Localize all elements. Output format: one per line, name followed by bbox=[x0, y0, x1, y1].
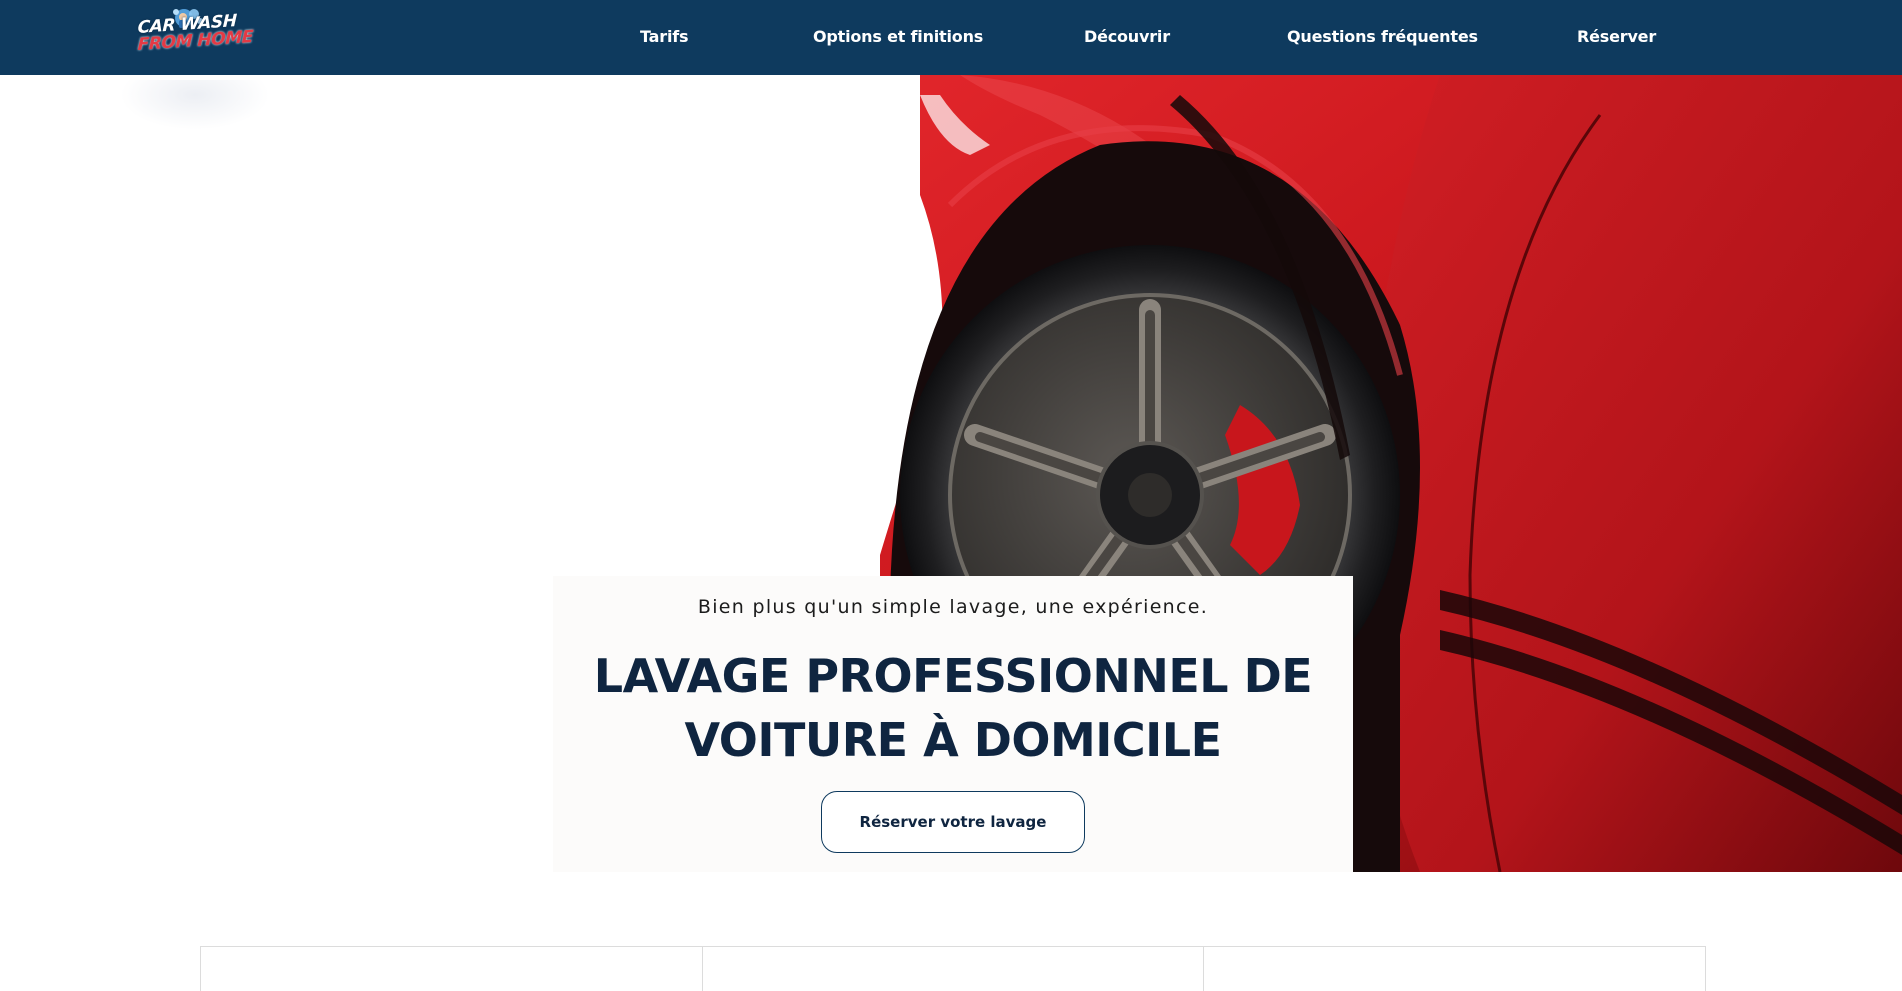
top-navigation-bar: CAR WASH FROM HOME Tarifs Options et fin… bbox=[0, 0, 1902, 75]
book-wash-button[interactable]: Réserver votre lavage bbox=[821, 791, 1085, 853]
page: CAR WASH FROM HOME Tarifs Options et fin… bbox=[0, 0, 1902, 991]
nav-reserver[interactable]: Réserver bbox=[1577, 27, 1656, 49]
site-logo[interactable]: CAR WASH FROM HOME bbox=[137, 6, 253, 62]
nav-options-finitions[interactable]: Options et finitions bbox=[813, 27, 983, 49]
hero-tagline: Bien plus qu'un simple lavage, une expér… bbox=[697, 596, 1209, 618]
logo-shadow-decoration bbox=[120, 80, 270, 130]
hero-title-line1: LAVAGE PROFESSIONNEL DE bbox=[593, 649, 1313, 703]
hero-title: LAVAGE PROFESSIONNEL DE VOITURE À DOMICI… bbox=[553, 644, 1353, 772]
nav-tarifs[interactable]: Tarifs bbox=[640, 27, 689, 49]
feature-boxes bbox=[200, 946, 1706, 991]
feature-box bbox=[1204, 947, 1705, 991]
hero-card: Bien plus qu'un simple lavage, une expér… bbox=[553, 576, 1353, 872]
hero-title-line2: VOITURE À DOMICILE bbox=[684, 713, 1222, 767]
feature-box bbox=[201, 947, 703, 991]
feature-box bbox=[703, 947, 1204, 991]
nav-decouvrir[interactable]: Découvrir bbox=[1084, 27, 1170, 49]
nav-questions-frequentes[interactable]: Questions fréquentes bbox=[1287, 27, 1478, 49]
